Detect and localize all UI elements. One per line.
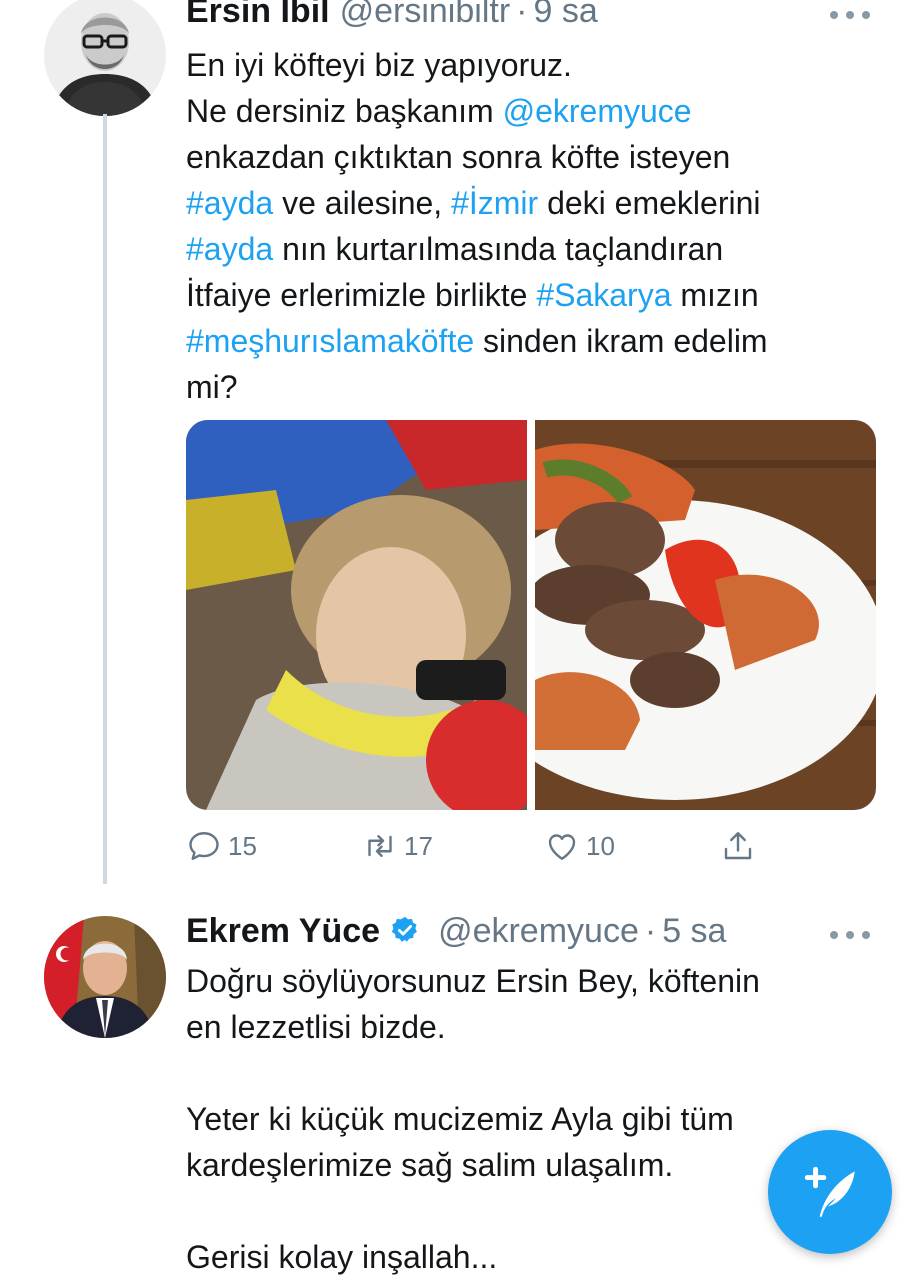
thread-line [103, 114, 107, 884]
hashtag-link[interactable]: #meşhurıslamaköfte [186, 323, 474, 359]
tweet-header: Ersin İbil @ersinibiltr · 9 sa [186, 0, 598, 31]
text-segment: mızın [671, 277, 759, 313]
text-segment: Yeter ki küçük mucizemiz Ayla gibi tüm [186, 1101, 734, 1137]
hashtag-link[interactable]: #Sakarya [536, 277, 671, 313]
verified-badge-icon [391, 916, 417, 942]
mention-link[interactable]: @ekremyuce [503, 93, 692, 129]
reply-icon [189, 832, 219, 860]
tweet-ersin[interactable]: Ersin İbil @ersinibiltr · 9 sa En iyi kö… [0, 0, 920, 884]
text-line: Doğru söylüyorsunuz Ersin Bey, köftenin [186, 958, 876, 1004]
text-line: en lezzetlisi bizde. [186, 1004, 876, 1050]
tweet-actions: 15 17 10 [186, 828, 766, 872]
text-segment: ve ailesine, [273, 185, 452, 221]
hashtag-link[interactable]: #ayda [186, 231, 273, 267]
author-name[interactable]: Ekrem Yüce [186, 912, 380, 951]
tweet-header: Ekrem Yüce @ekremyuce · 5 sa [186, 912, 726, 951]
text-line: mi? [186, 364, 876, 410]
tweet-media[interactable] [186, 420, 876, 810]
author-handle[interactable]: @ersinibiltr [340, 0, 511, 31]
meatballs-plate-photo[interactable] [535, 420, 876, 810]
text-line: Gerisi kolay inşallah... [186, 1234, 876, 1280]
text-line: #meşhurıslamaköfte sinden ikram edelim [186, 318, 876, 364]
tweet-text: En iyi köfteyi biz yapıyoruz. Ne dersiniz… [186, 42, 876, 410]
retweet-button[interactable]: 17 [362, 828, 433, 864]
like-button[interactable]: 10 [544, 828, 615, 864]
author-handle[interactable]: @ekremyuce [438, 912, 639, 951]
text-segment: nın kurtarılmasında taçlandıran [273, 231, 724, 267]
retweet-icon [368, 835, 392, 857]
text-line: Ne dersiniz başkanım @ekremyuce [186, 88, 876, 134]
text-segment: en lezzetlisi bizde. [186, 1009, 446, 1045]
more-icon[interactable] [830, 10, 870, 20]
text-line: Yeter ki küçük mucizemiz Ayla gibi tüm [186, 1096, 876, 1142]
hashtag-link[interactable]: #İzmir [451, 185, 538, 221]
text-segment: kardeşlerimize sağ salim ulaşalım. [186, 1147, 674, 1183]
avatar-ersin[interactable] [44, 0, 166, 116]
heart-icon [548, 834, 576, 860]
tweet-text: Doğru söylüyorsunuz Ersin Bey, köftenin e… [186, 958, 876, 1280]
text-line: İtfaiye erlerimizle birlikte #Sakarya mı… [186, 272, 876, 318]
text-line: enkazdan çıktıktan sonra köfte isteyen [186, 134, 876, 180]
tweet-time[interactable]: 5 sa [662, 912, 726, 951]
text-segment: sinden ikram edelim [474, 323, 768, 359]
share-icon [724, 832, 752, 860]
author-name[interactable]: Ersin İbil [186, 0, 330, 31]
text-segment: deki emeklerini [538, 185, 761, 221]
avatar-ekrem[interactable] [44, 916, 166, 1038]
like-count: 10 [586, 830, 615, 861]
text-segment: Ne dersiniz başkanım [186, 93, 503, 129]
reply-button[interactable]: 15 [186, 828, 257, 864]
text-segment: İtfaiye erlerimizle birlikte [186, 277, 537, 313]
text-segment: mi? [186, 369, 238, 405]
hashtag-link[interactable]: #ayda [186, 185, 273, 221]
text-line: #ayda nın kurtarılmasında taçlandıran [186, 226, 876, 272]
separator-dot: · [644, 912, 657, 950]
text-segment: enkazdan çıktıktan sonra köfte isteyen [186, 139, 731, 175]
reply-count: 15 [228, 830, 257, 861]
separator-dot: · [516, 0, 528, 30]
text-segment: En iyi köfteyi biz yapıyoruz. [186, 47, 572, 83]
tweet-time[interactable]: 9 sa [533, 0, 597, 31]
rescued-child-photo[interactable] [186, 420, 527, 810]
compose-tweet-icon [804, 1166, 855, 1217]
text-segment: Doğru söylüyorsunuz Ersin Bey, köftenin [186, 963, 760, 999]
retweet-count: 17 [404, 830, 433, 861]
compose-tweet-button[interactable] [768, 1130, 892, 1254]
text-line: En iyi köfteyi biz yapıyoruz. [186, 42, 876, 88]
share-button[interactable] [720, 828, 762, 864]
text-segment: Gerisi kolay inşallah... [186, 1239, 498, 1275]
more-icon[interactable] [830, 930, 870, 940]
text-line: #ayda ve ailesine, #İzmir deki emeklerin… [186, 180, 876, 226]
